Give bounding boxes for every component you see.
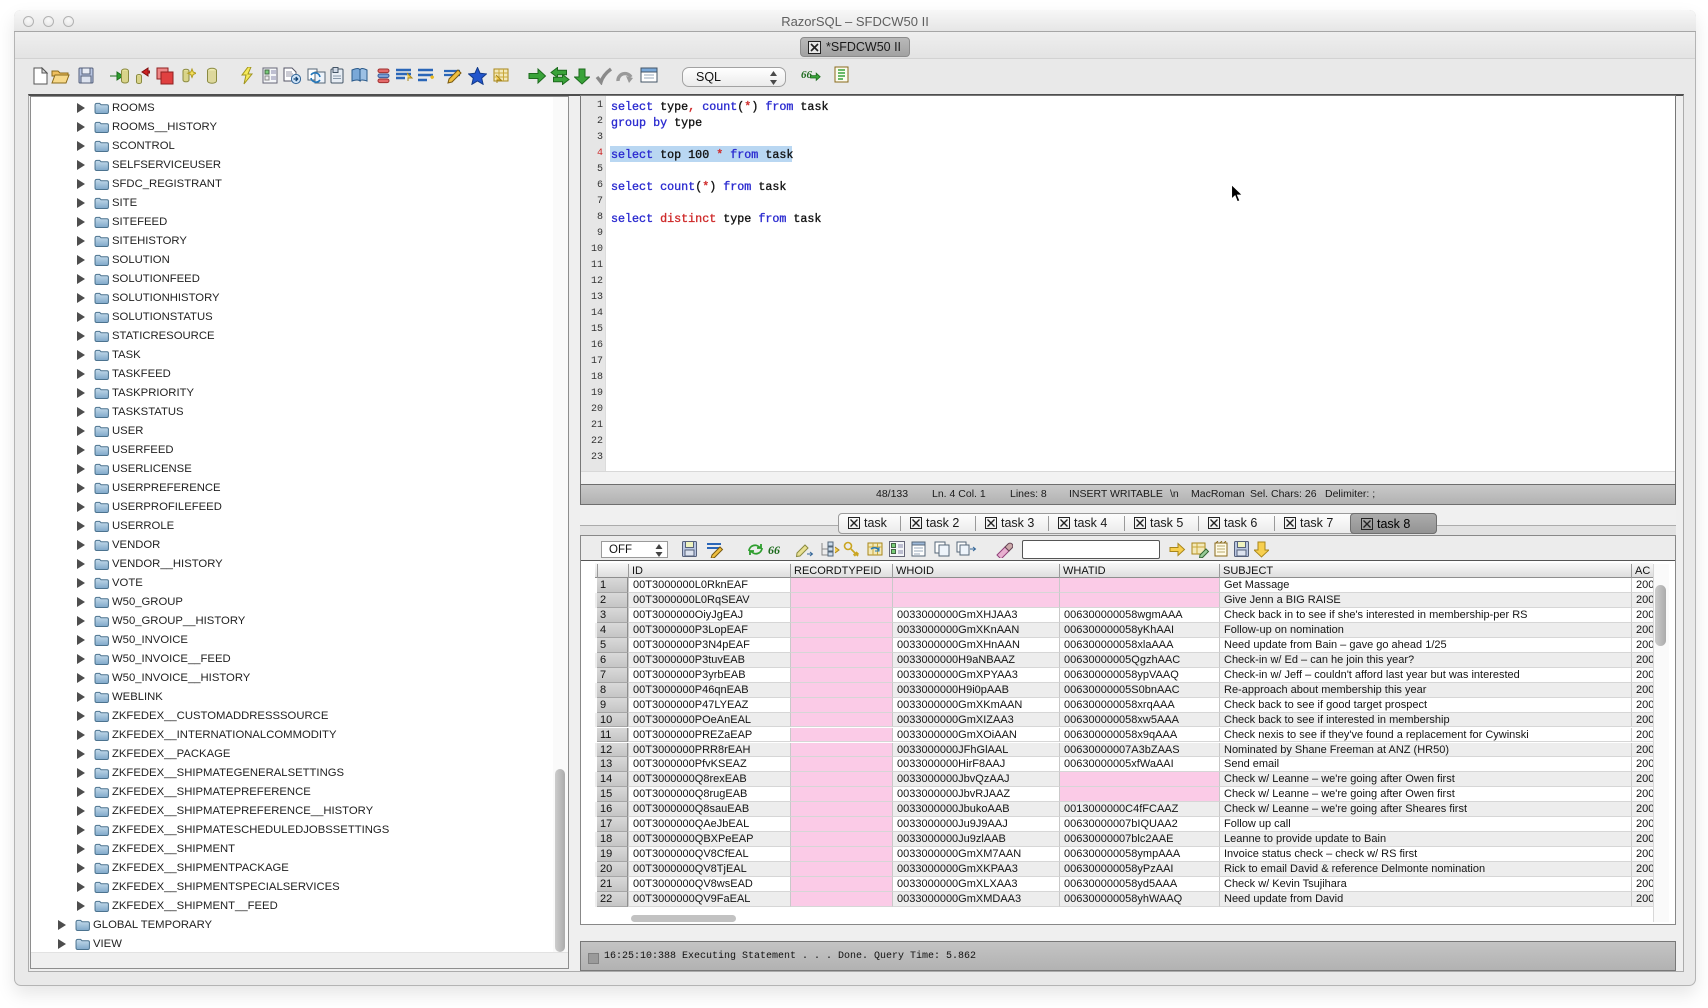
svg-text:66: 66 xyxy=(768,543,780,557)
svg-text:66: 66 xyxy=(801,69,813,81)
